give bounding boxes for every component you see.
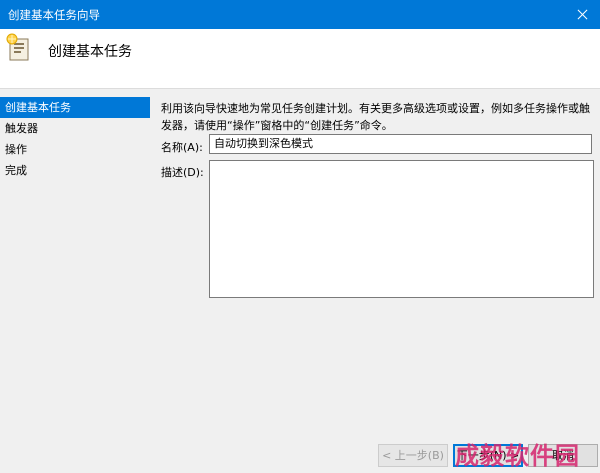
description-field[interactable] xyxy=(209,160,594,298)
name-field[interactable]: 自动切换到深色模式 xyxy=(209,134,592,154)
step-create-basic-task[interactable]: 创建基本任务 xyxy=(0,97,150,118)
step-trigger[interactable]: 触发器 xyxy=(0,118,150,139)
step-action[interactable]: 操作 xyxy=(0,139,150,160)
task-scheduler-icon xyxy=(6,33,30,61)
name-label: 名称(A): xyxy=(161,141,203,154)
window-title: 创建基本任务向导 xyxy=(8,8,100,22)
description-label: 描述(D): xyxy=(161,166,204,179)
step-finish[interactable]: 完成 xyxy=(0,160,150,181)
wizard-steps: 创建基本任务 触发器 操作 完成 xyxy=(0,97,150,181)
wizard-header: 创建基本任务 xyxy=(0,29,600,89)
back-button[interactable]: < 上一步(B) xyxy=(378,444,448,467)
watermark: 成毅软件园 xyxy=(455,442,580,470)
wizard-description: 利用该向导快速地为常见任务创建计划。有关更多高级选项或设置，例如多任务操作或触发… xyxy=(161,102,590,132)
title-bar: 创建基本任务向导 xyxy=(0,0,600,29)
close-icon[interactable] xyxy=(564,0,600,29)
wizard-heading: 创建基本任务 xyxy=(48,44,132,60)
